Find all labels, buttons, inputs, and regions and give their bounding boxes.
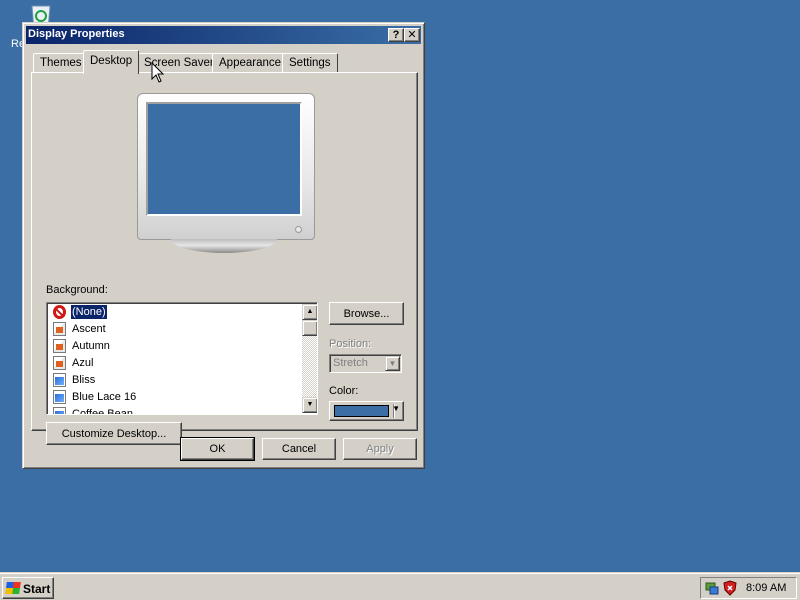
list-item-coffee-bean[interactable]: Coffee Bean xyxy=(51,406,301,415)
bitmap-file-icon xyxy=(53,390,66,404)
html-file-icon xyxy=(53,339,66,353)
position-select[interactable]: Stretch ▼ xyxy=(329,354,402,373)
list-item-blue-lace-16[interactable]: Blue Lace 16 xyxy=(51,389,301,406)
display-properties-window: Display Properties ? ✕ Themes Desktop Sc… xyxy=(22,22,425,469)
title-bar[interactable]: Display Properties ? ✕ xyxy=(26,26,421,44)
windows-logo-icon xyxy=(5,582,21,594)
color-picker-button[interactable]: ▼ xyxy=(329,401,404,421)
close-button[interactable]: ✕ xyxy=(404,28,420,42)
position-label: Position: xyxy=(329,338,372,350)
list-item-label: Bliss xyxy=(72,374,96,386)
tab-themes[interactable]: Themes xyxy=(33,53,89,73)
list-item-bliss[interactable]: Bliss xyxy=(51,372,301,389)
monitor-preview xyxy=(137,93,315,240)
mouse-pointer-icon xyxy=(151,62,165,83)
tab-settings[interactable]: Settings xyxy=(282,53,338,73)
list-item-label: (None) xyxy=(70,304,108,320)
scroll-down-arrow-icon[interactable]: ▼ xyxy=(302,397,317,413)
list-item-label: Autumn xyxy=(72,340,110,352)
list-item-azul[interactable]: Azul xyxy=(51,355,301,372)
list-item-autumn[interactable]: Autumn xyxy=(51,338,301,355)
listbox-scrollbar[interactable]: ▲ ▼ xyxy=(302,304,317,413)
tab-screen-saver[interactable]: Screen Saver xyxy=(137,53,221,73)
monitor-stand xyxy=(171,239,277,253)
list-item-label: Ascent xyxy=(72,323,106,335)
ok-button[interactable]: OK xyxy=(180,437,255,461)
scroll-up-arrow-icon[interactable]: ▲ xyxy=(302,304,317,320)
start-button[interactable]: Start xyxy=(2,577,54,599)
monitor-power-led xyxy=(295,226,302,233)
desktop-tab-panel: Background: (None) Ascent Autumn Azul Bl… xyxy=(31,72,418,445)
monitor-preview-screen xyxy=(146,102,302,216)
network-icon[interactable] xyxy=(704,580,720,596)
position-value: Stretch xyxy=(333,357,368,369)
background-listbox[interactable]: (None) Ascent Autumn Azul Bliss Blue Lac… xyxy=(46,302,318,415)
taskbar-clock[interactable]: 8:09 AM xyxy=(746,582,786,594)
tab-appearance[interactable]: Appearance xyxy=(212,53,289,73)
none-icon xyxy=(53,305,66,319)
help-button[interactable]: ? xyxy=(388,28,404,42)
browse-button[interactable]: Browse... xyxy=(329,302,404,325)
list-item-label: Coffee Bean xyxy=(72,408,133,415)
bitmap-file-icon xyxy=(53,407,66,414)
list-item-label: Azul xyxy=(72,357,94,369)
list-item-label: Blue Lace 16 xyxy=(72,391,137,403)
html-file-icon xyxy=(53,356,66,370)
list-item-ascent[interactable]: Ascent xyxy=(51,321,301,338)
list-item-none[interactable]: (None) xyxy=(51,304,301,321)
tab-desktop[interactable]: Desktop xyxy=(83,50,140,74)
apply-button[interactable]: Apply xyxy=(343,438,417,460)
customize-desktop-button[interactable]: Customize Desktop... xyxy=(46,422,182,445)
scroll-thumb[interactable] xyxy=(302,320,317,336)
color-label: Color: xyxy=(329,385,359,397)
color-swatch xyxy=(334,405,389,417)
chevron-down-icon[interactable]: ▼ xyxy=(385,356,400,371)
security-shield-icon[interactable] xyxy=(722,580,738,596)
html-file-icon xyxy=(53,322,66,336)
start-label: Start xyxy=(23,582,51,596)
bitmap-file-icon xyxy=(53,373,66,387)
window-title: Display Properties xyxy=(28,28,125,40)
system-tray: 8:09 AM xyxy=(700,577,797,599)
background-label: Background: xyxy=(46,284,108,296)
cancel-button[interactable]: Cancel xyxy=(262,438,336,460)
chevron-down-icon: ▼ xyxy=(392,404,400,413)
taskbar: Start 8:09 AM xyxy=(0,572,800,600)
